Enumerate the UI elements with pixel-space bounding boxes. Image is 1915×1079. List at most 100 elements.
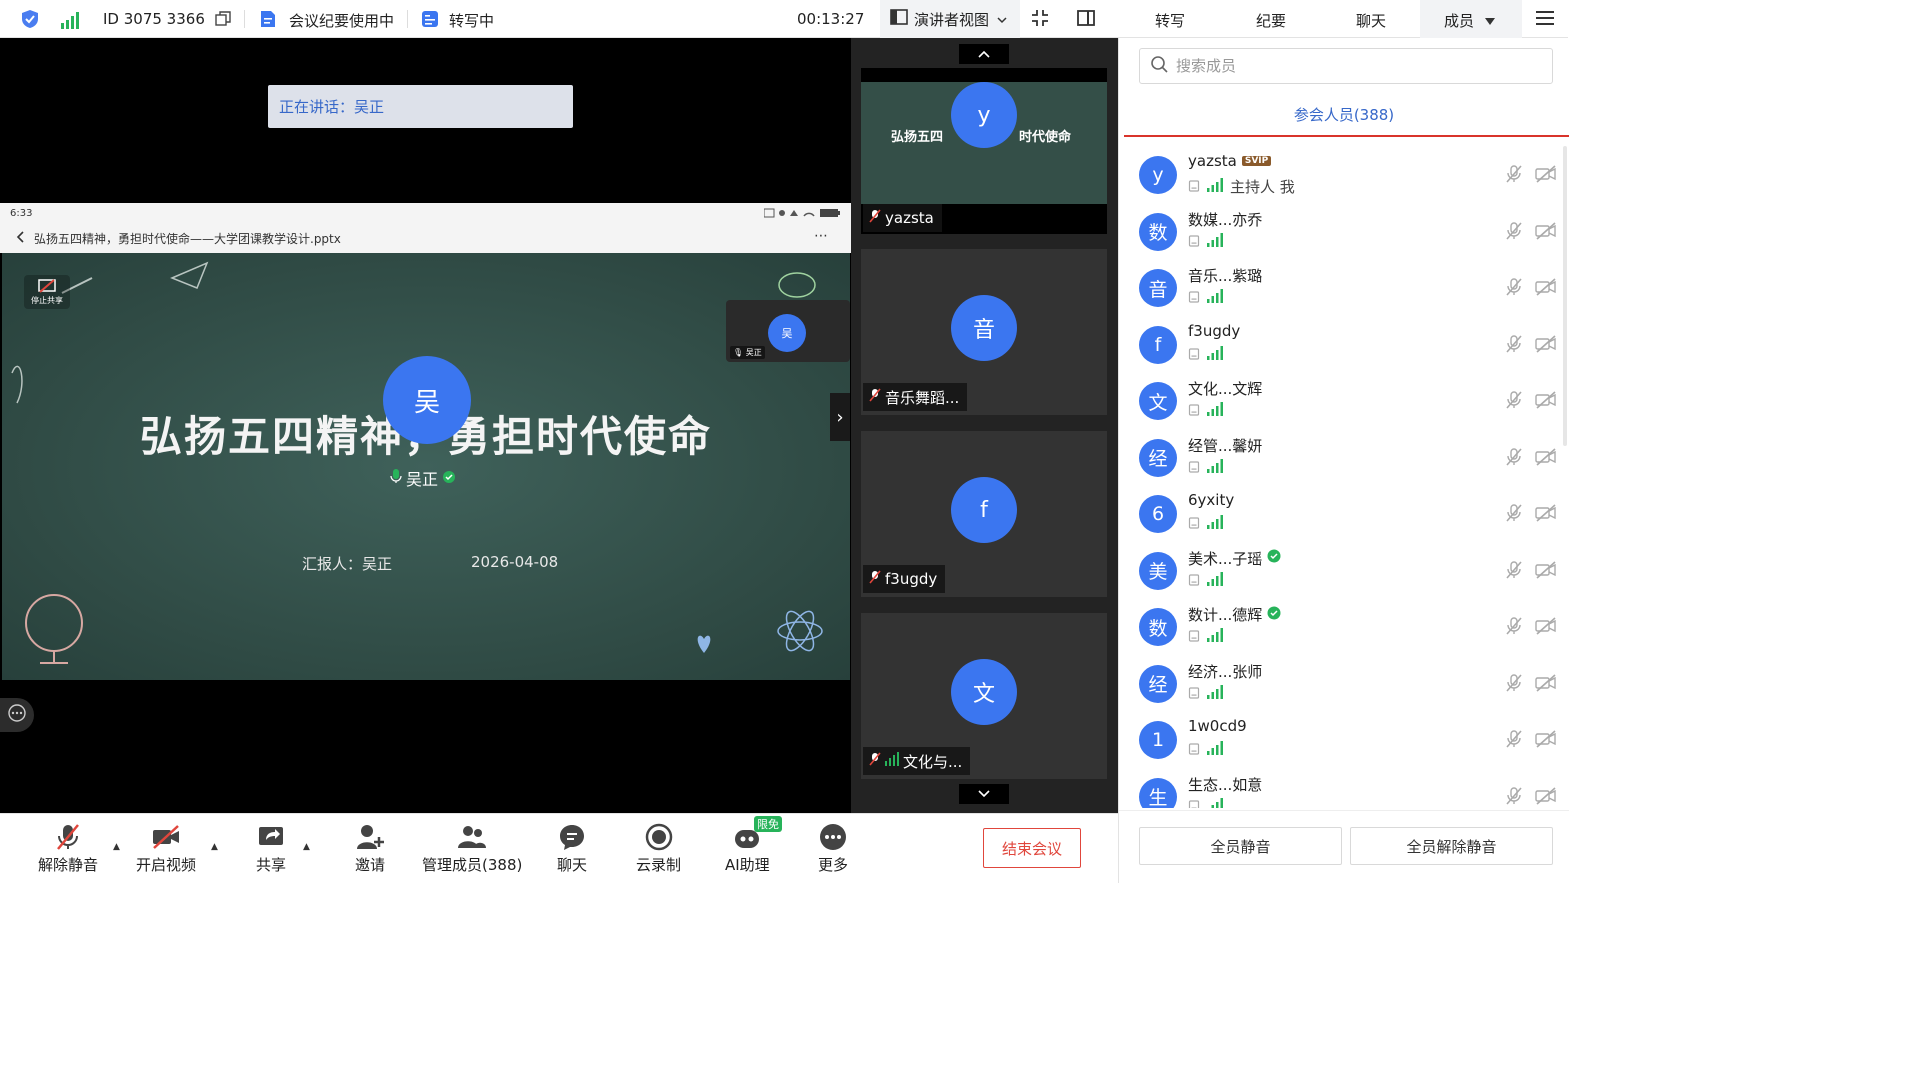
- self-view-tile[interactable]: 吴 🎙 吴正: [726, 300, 850, 362]
- video-off-icon[interactable]: [1535, 277, 1557, 301]
- invite-button[interactable]: 邀请: [355, 822, 385, 875]
- end-meeting-button[interactable]: 结束会议: [983, 828, 1081, 868]
- video-off-icon[interactable]: [1535, 673, 1557, 697]
- video-off-icon[interactable]: [1535, 221, 1557, 245]
- divider: [1124, 135, 1569, 137]
- video-tile[interactable]: 音 音乐舞蹈...: [861, 249, 1107, 415]
- member-row[interactable]: 经经济...张师: [1119, 657, 1569, 713]
- member-row[interactable]: 经经管...馨妍: [1119, 431, 1569, 487]
- transcribe-icon[interactable]: [421, 10, 439, 32]
- more-dots-icon[interactable]: ⋯: [814, 228, 828, 244]
- transcribe-status[interactable]: 转写中: [449, 10, 494, 31]
- start-video-button[interactable]: 开启视频: [136, 822, 196, 875]
- search-icon: [1150, 55, 1168, 77]
- member-row[interactable]: f f3ugdy: [1119, 318, 1569, 374]
- manage-members-button[interactable]: 管理成员(388): [422, 822, 522, 875]
- member-row[interactable]: 美美术...子瑶: [1119, 544, 1569, 600]
- gallery-up-button[interactable]: [959, 44, 1009, 64]
- member-row[interactable]: y yazsta SVIP 主持人 我: [1119, 148, 1569, 204]
- muted-mic-icon[interactable]: [1505, 503, 1523, 527]
- device-icon: [1188, 628, 1200, 646]
- view-mode-button[interactable]: 演讲者视图: [880, 0, 1020, 38]
- tile-name: f3ugdy: [885, 570, 938, 588]
- collapse-icon[interactable]: [1030, 8, 1052, 30]
- caret-up-icon[interactable]: ▲: [211, 842, 218, 852]
- video-off-icon[interactable]: [1535, 503, 1557, 527]
- attendees-count[interactable]: 参会人员(388): [1119, 104, 1569, 125]
- tab-members[interactable]: 成员: [1444, 10, 1474, 31]
- video-off-icon[interactable]: [1535, 164, 1557, 188]
- muted-mic-icon[interactable]: [1505, 334, 1523, 358]
- speaking-banner: 正在讲话：吴正: [268, 85, 573, 128]
- top-bar: ID 3075 3366 会议纪要使用中 转写中 00:13:27 演讲者视图: [0, 0, 1118, 38]
- tab-transcribe[interactable]: 转写: [1155, 10, 1185, 31]
- video-tile[interactable]: f f3ugdy: [861, 431, 1107, 597]
- device-icon: [1188, 741, 1200, 759]
- muted-mic-icon[interactable]: [1505, 729, 1523, 753]
- avatar: 音: [951, 295, 1017, 361]
- more-button[interactable]: 更多: [818, 822, 848, 875]
- member-row[interactable]: 文文化...文辉: [1119, 374, 1569, 430]
- muted-mic-icon[interactable]: [1505, 673, 1523, 697]
- tab-chat[interactable]: 聊天: [1356, 10, 1386, 31]
- svip-badge: SVIP: [1241, 156, 1272, 166]
- member-name-line: yazsta SVIP: [1188, 152, 1272, 170]
- video-off-icon[interactable]: [1535, 334, 1557, 358]
- video-off-icon[interactable]: [1535, 786, 1557, 809]
- muted-mic-icon[interactable]: [1505, 616, 1523, 640]
- member-row[interactable]: 音音乐...紫璐: [1119, 261, 1569, 317]
- muted-mic-icon[interactable]: [1505, 786, 1523, 809]
- video-off-icon[interactable]: [1535, 616, 1557, 640]
- muted-mic-icon[interactable]: [1505, 277, 1523, 301]
- signal-icon[interactable]: [60, 11, 82, 33]
- member-row[interactable]: 1 1w0cd9: [1119, 713, 1569, 769]
- chat-bubble-button[interactable]: [0, 698, 34, 732]
- caret-up-icon[interactable]: ▲: [113, 842, 120, 852]
- member-row[interactable]: 生生态...如意: [1119, 770, 1569, 809]
- video-tile[interactable]: 文 文化与...: [861, 613, 1107, 779]
- video-off-icon[interactable]: [1535, 390, 1557, 414]
- tab-minutes[interactable]: 纪要: [1256, 10, 1286, 31]
- search-input[interactable]: [1176, 57, 1536, 75]
- search-box[interactable]: [1139, 48, 1553, 84]
- mic-icon: 🎙: [733, 348, 744, 357]
- video-off-icon[interactable]: [1535, 447, 1557, 471]
- mute-all-button[interactable]: 全员静音: [1139, 827, 1342, 865]
- caret-up-icon[interactable]: ▲: [303, 842, 310, 852]
- side-panel-icon[interactable]: [1076, 8, 1098, 30]
- unmute-all-button[interactable]: 全员解除静音: [1350, 827, 1553, 865]
- muted-mic-icon[interactable]: [1505, 390, 1523, 414]
- muted-mic-icon[interactable]: [1505, 447, 1523, 471]
- meeting-timer: 00:13:27: [797, 10, 865, 28]
- member-row[interactable]: 6 6yxity: [1119, 487, 1569, 543]
- muted-mic-icon[interactable]: [1505, 560, 1523, 584]
- member-row[interactable]: 数数媒...亦乔: [1119, 205, 1569, 261]
- minutes-status[interactable]: 会议纪要使用中: [289, 10, 394, 31]
- caret-down-icon[interactable]: [1484, 13, 1496, 31]
- cloud-record-button[interactable]: 云录制: [636, 822, 681, 875]
- copy-icon[interactable]: [215, 11, 231, 31]
- member-row[interactable]: 数数计...德辉: [1119, 600, 1569, 656]
- share-button[interactable]: 共享: [256, 822, 286, 875]
- member-name-line: f3ugdy: [1188, 322, 1240, 340]
- self-view-name-text: 吴正: [745, 348, 762, 357]
- muted-mic-icon[interactable]: [1505, 221, 1523, 245]
- avatar: f: [951, 477, 1017, 543]
- member-name: 经济...张师: [1188, 662, 1263, 681]
- chat-button[interactable]: 聊天: [557, 822, 587, 875]
- document-icon[interactable]: [260, 10, 276, 32]
- unmute-button[interactable]: 解除静音: [38, 822, 98, 875]
- muted-mic-icon[interactable]: [1505, 164, 1523, 188]
- video-off-icon: [151, 822, 181, 852]
- stop-share-button[interactable]: 停止共享: [24, 275, 70, 309]
- video-off-icon[interactable]: [1535, 560, 1557, 584]
- menu-icon[interactable]: [1536, 10, 1554, 30]
- gallery-down-button[interactable]: [959, 784, 1009, 804]
- member-name-line: 文化...文辉: [1188, 378, 1262, 399]
- members-panel: 参会人员(388) yyazstaSVIP主持人 我数数媒...亦乔音音乐...…: [1118, 38, 1569, 883]
- next-page-button[interactable]: ›: [830, 393, 850, 441]
- video-off-icon[interactable]: [1535, 729, 1557, 753]
- video-tile[interactable]: 弘扬五四 时代使命 y yazsta: [861, 68, 1107, 234]
- back-chevron-icon[interactable]: [16, 230, 24, 246]
- security-shield-icon[interactable]: [20, 9, 40, 33]
